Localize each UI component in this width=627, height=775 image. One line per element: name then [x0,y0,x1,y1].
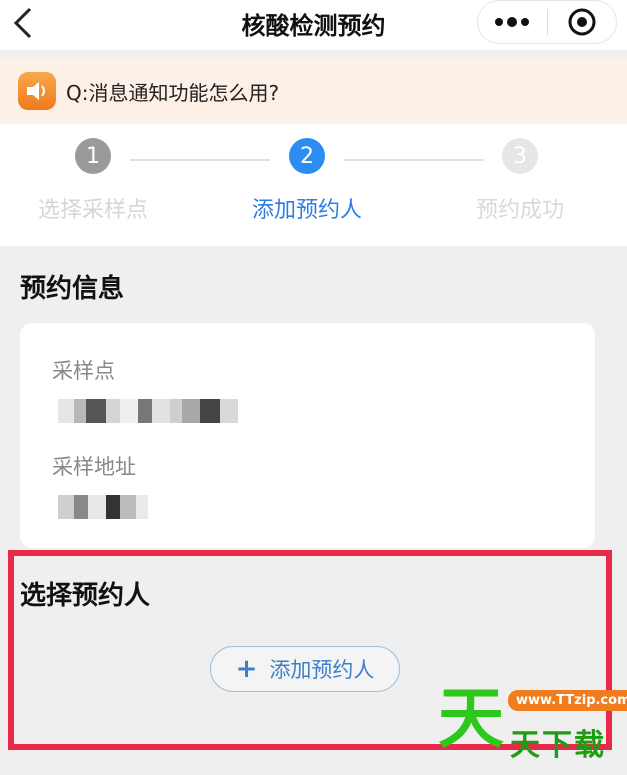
choose-person-title: 选择预约人 [20,581,151,611]
notice-text: Q:消息通知功能怎么用? [66,80,280,105]
site-watermark-logo: 天 www.TTzip.com 天下载 [438,680,627,764]
more-dots-icon [495,17,530,27]
more-button[interactable] [478,1,547,43]
sampling-address-value-redacted [58,495,148,519]
step-label: 添加预约人 [251,198,362,223]
sampling-point-label: 采样点 [52,359,115,383]
close-miniprogram-button[interactable] [548,1,617,43]
step-label: 预约成功 [475,198,564,223]
mini-program-capsule [477,0,617,44]
step-number: 3 [502,138,538,174]
plus-icon: + [235,654,258,684]
sampling-point-value-redacted [58,399,238,423]
watermark-text: 天下载 [510,728,606,763]
step-number: 2 [289,138,325,174]
speaker-icon [18,72,56,110]
target-circle-icon [568,8,596,36]
sampling-address-label: 采样地址 [52,455,136,479]
step-number: 1 [75,138,111,174]
booking-info-title: 预约信息 [20,274,125,304]
step-add-person: 2 添加预约人 [207,138,407,224]
add-person-label: 添加预约人 [269,658,375,682]
step-select-point: 1 选择采样点 [0,138,193,224]
booking-info-card: 采样点 采样地址 [20,323,595,548]
watermark-big-char: 天 [438,680,504,757]
notice-bar[interactable]: Q:消息通知功能怎么用? [0,58,627,124]
step-success: 3 预约成功 [420,138,620,224]
progress-steps: 1 选择采样点 2 添加预约人 3 预约成功 [0,124,627,246]
watermark-url: www.TTzip.com [508,690,627,711]
nav-bar: 核酸检测预约 [0,0,627,50]
add-person-button[interactable]: + 添加预约人 [210,646,400,692]
step-label: 选择采样点 [37,198,148,223]
